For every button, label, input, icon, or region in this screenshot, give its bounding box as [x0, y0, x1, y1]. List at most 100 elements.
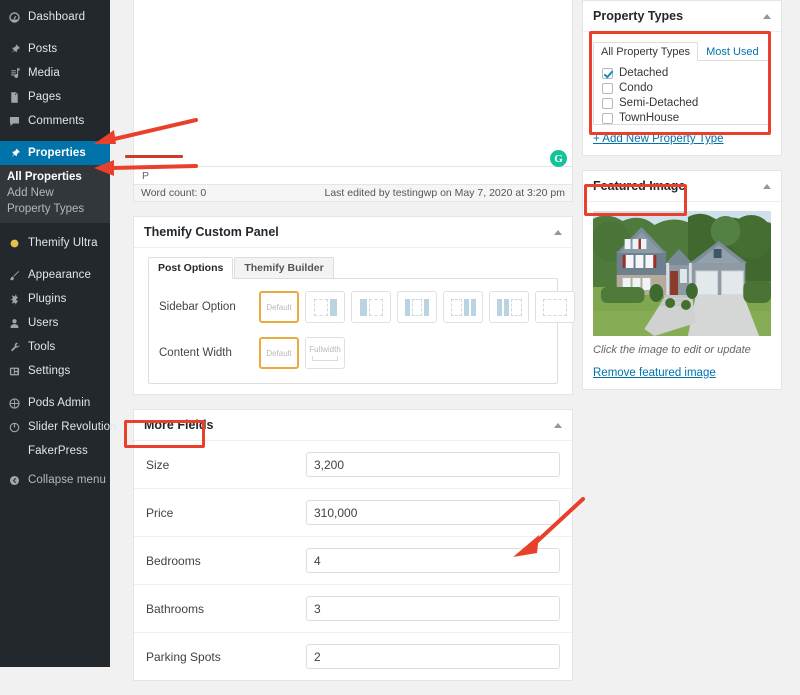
- checkbox-row-townhouse[interactable]: TownHouse: [602, 112, 762, 124]
- sidebar-item-plugins[interactable]: Plugins: [0, 287, 110, 311]
- sidebar-item-label: Themify Ultra: [28, 237, 98, 249]
- tab-post-options[interactable]: Post Options: [148, 257, 234, 279]
- chevron-up-icon[interactable]: [554, 229, 562, 235]
- field-row-price: Price: [134, 489, 572, 537]
- editor-status-bar: Word count: 0 Last edited by testingwp o…: [134, 184, 572, 201]
- checkbox-row-semi-detached[interactable]: Semi-Detached: [602, 97, 762, 109]
- remove-featured-image-link[interactable]: Remove featured image: [593, 367, 716, 379]
- featured-image-thumbnail[interactable]: [593, 211, 771, 336]
- users-icon: [7, 316, 22, 331]
- themify-post-options-pane: Sidebar Option Default Content Width Def…: [148, 278, 575, 384]
- sidebar-item-media[interactable]: Media: [0, 61, 110, 85]
- pin-icon: [7, 146, 22, 161]
- more-fields-panel: More Fields Size Price Bedrooms Bathroom…: [133, 409, 573, 681]
- sidebar-item-appearance[interactable]: Appearance: [0, 263, 110, 287]
- sidebar-item-users[interactable]: Users: [0, 311, 110, 335]
- none-icon: [7, 444, 22, 459]
- checkbox-row-detached[interactable]: Detached: [602, 67, 762, 79]
- chevron-up-icon[interactable]: [554, 422, 562, 428]
- property-types-header[interactable]: Property Types: [583, 1, 781, 32]
- sidebar-item-comments[interactable]: Comments: [0, 109, 110, 133]
- sidebar-item-pods-admin[interactable]: Pods Admin: [0, 391, 110, 415]
- field-label: Bedrooms: [146, 553, 201, 568]
- sidebar-subitem-all-properties[interactable]: All Properties: [0, 169, 110, 185]
- sidebar-option-row: Sidebar Option Default: [159, 291, 575, 323]
- tab-all-property-types[interactable]: All Property Types: [593, 42, 699, 61]
- tab-themify-builder[interactable]: Themify Builder: [234, 257, 334, 279]
- field-row-size: Size: [134, 441, 572, 489]
- media-icon: [7, 66, 22, 81]
- editor-path-indicator[interactable]: P: [134, 166, 572, 184]
- field-label: Bathrooms: [146, 601, 205, 616]
- sidebar-item-dashboard[interactable]: Dashboard: [0, 5, 110, 29]
- sidebar-option-no-sidebar[interactable]: [535, 291, 575, 323]
- sidebar-subitem-property-types[interactable]: Property Types: [0, 201, 110, 217]
- themify-custom-panel: Themify Custom Panel Post Options Themif…: [133, 216, 575, 395]
- collapse-icon: [7, 473, 22, 488]
- featured-image-title: Featured Image: [593, 179, 686, 193]
- editor-underline-marker: [125, 155, 183, 158]
- content-width-label: Content Width: [159, 347, 232, 359]
- sidebar-subitem-add-new[interactable]: Add New: [0, 185, 110, 201]
- checkbox-row-condo[interactable]: Condo: [602, 82, 762, 94]
- add-new-property-type-link[interactable]: + Add New Property Type: [593, 133, 724, 145]
- bathrooms-input[interactable]: [306, 596, 560, 621]
- sidebar-option-default[interactable]: Default: [259, 291, 299, 323]
- sidebar-option-sidebar-both[interactable]: [397, 291, 437, 323]
- bedrooms-input[interactable]: [306, 548, 560, 573]
- price-input[interactable]: [306, 500, 560, 525]
- post-editor: P Word count: 0 Last edited by testingwp…: [125, 0, 573, 202]
- themify-panel-title: Themify Custom Panel: [144, 225, 279, 239]
- checkbox-detached[interactable]: [602, 67, 613, 79]
- property-types-body: All Property Types Most Used Detached Co…: [583, 32, 781, 155]
- checkbox-label: Detached: [619, 67, 669, 79]
- more-fields-header[interactable]: More Fields: [134, 410, 572, 441]
- post-body-content: P Word count: 0 Last edited by testingwp…: [125, 0, 575, 695]
- sidebar-item-label: Pages: [28, 91, 62, 103]
- sidebar-item-themify-ultra[interactable]: Themify Ultra: [0, 231, 110, 255]
- sidebar-item-label: Pods Admin: [28, 397, 91, 409]
- sidebar-item-tools[interactable]: Tools: [0, 335, 110, 359]
- plugin-icon: [7, 292, 22, 307]
- sidebar-option-sidebar-left[interactable]: [351, 291, 391, 323]
- content-width-fullwidth[interactable]: Fullwidth: [305, 337, 345, 369]
- admin-body: P Word count: 0 Last edited by testingwp…: [110, 0, 800, 681]
- properties-submenu: All Properties Add New Property Types: [0, 165, 110, 223]
- sidebar-item-properties[interactable]: Properties: [0, 141, 110, 165]
- sidebar-item-collapse-menu[interactable]: Collapse menu: [0, 468, 110, 492]
- sidebar-item-label: Slider Revolution: [28, 421, 117, 433]
- editor-content-area[interactable]: [125, 0, 572, 166]
- grammarly-icon[interactable]: G: [550, 150, 567, 167]
- sidebar-option-two-right[interactable]: [443, 291, 483, 323]
- chevron-up-icon[interactable]: [763, 183, 771, 189]
- content-width-choices: Default Fullwidth: [259, 337, 345, 369]
- content-width-default[interactable]: Default: [259, 337, 299, 369]
- sidebar-item-posts[interactable]: Posts: [0, 37, 110, 61]
- sidebar-option-choices: Default: [259, 291, 575, 323]
- more-fields-body: Size Price Bedrooms Bathrooms Parking Sp…: [134, 441, 572, 680]
- sidebar-item-settings[interactable]: Settings: [0, 359, 110, 383]
- featured-image-header[interactable]: Featured Image: [583, 171, 781, 202]
- checkbox-townhouse[interactable]: [602, 112, 613, 124]
- featured-image-body: Click the image to edit or update Remove…: [583, 202, 781, 389]
- size-input[interactable]: [306, 452, 560, 477]
- sidebar-item-fakerpress[interactable]: FakerPress: [0, 439, 110, 463]
- themify-panel-header[interactable]: Themify Custom Panel: [134, 217, 572, 248]
- sidebar-item-slider-revolution[interactable]: Slider Revolution: [0, 415, 117, 439]
- sidebar-item-pages[interactable]: Pages: [0, 85, 110, 109]
- sidebar-item-label: Users: [28, 317, 59, 329]
- field-row-parking-spots: Parking Spots: [134, 633, 572, 680]
- sidebar-option-sidebar-right[interactable]: [305, 291, 345, 323]
- sidebar-item-label: Posts: [28, 43, 58, 55]
- checkbox-semi-detached[interactable]: [602, 97, 613, 109]
- checkbox-condo[interactable]: [602, 82, 613, 94]
- sidebar-option-two-left[interactable]: [489, 291, 529, 323]
- parking-spots-input[interactable]: [306, 644, 560, 669]
- tab-most-used[interactable]: Most Used: [698, 42, 767, 61]
- chevron-up-icon[interactable]: [763, 13, 771, 19]
- field-row-bedrooms: Bedrooms: [134, 537, 572, 585]
- themify-tab-list: Post Options Themify Builder: [148, 257, 562, 279]
- fullwidth-indicator: [312, 356, 338, 361]
- field-label: Price: [146, 505, 174, 520]
